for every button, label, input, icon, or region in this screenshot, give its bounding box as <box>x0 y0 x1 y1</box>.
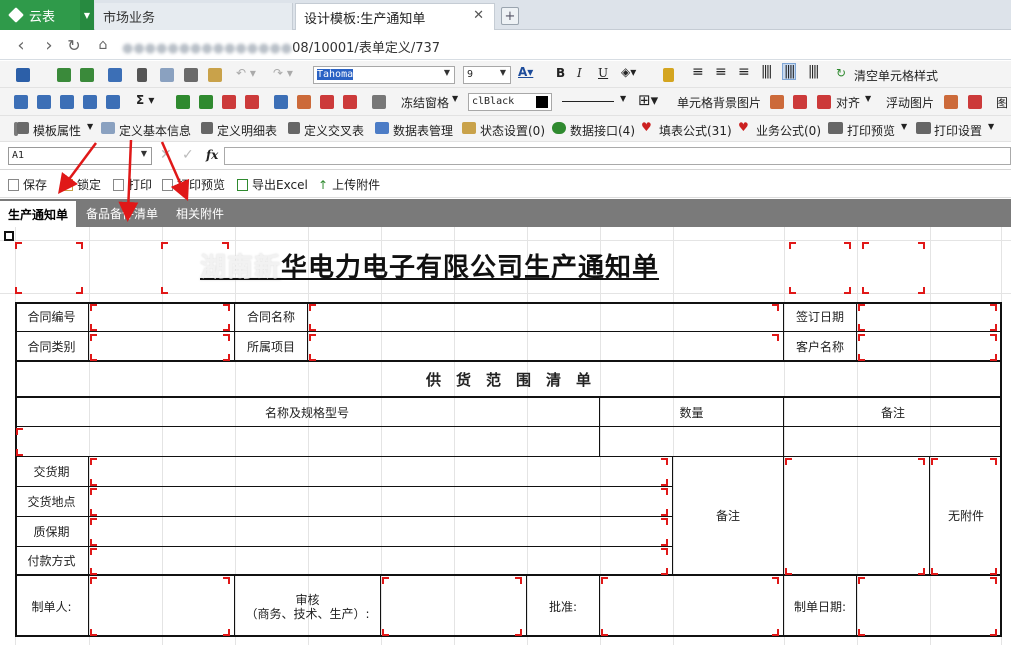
annotation-arrows <box>58 139 190 222</box>
arrow-to-attachments-icon <box>160 141 190 202</box>
arrow-to-spare-parts-icon <box>118 139 139 222</box>
arrow-to-save-icon <box>58 142 98 195</box>
